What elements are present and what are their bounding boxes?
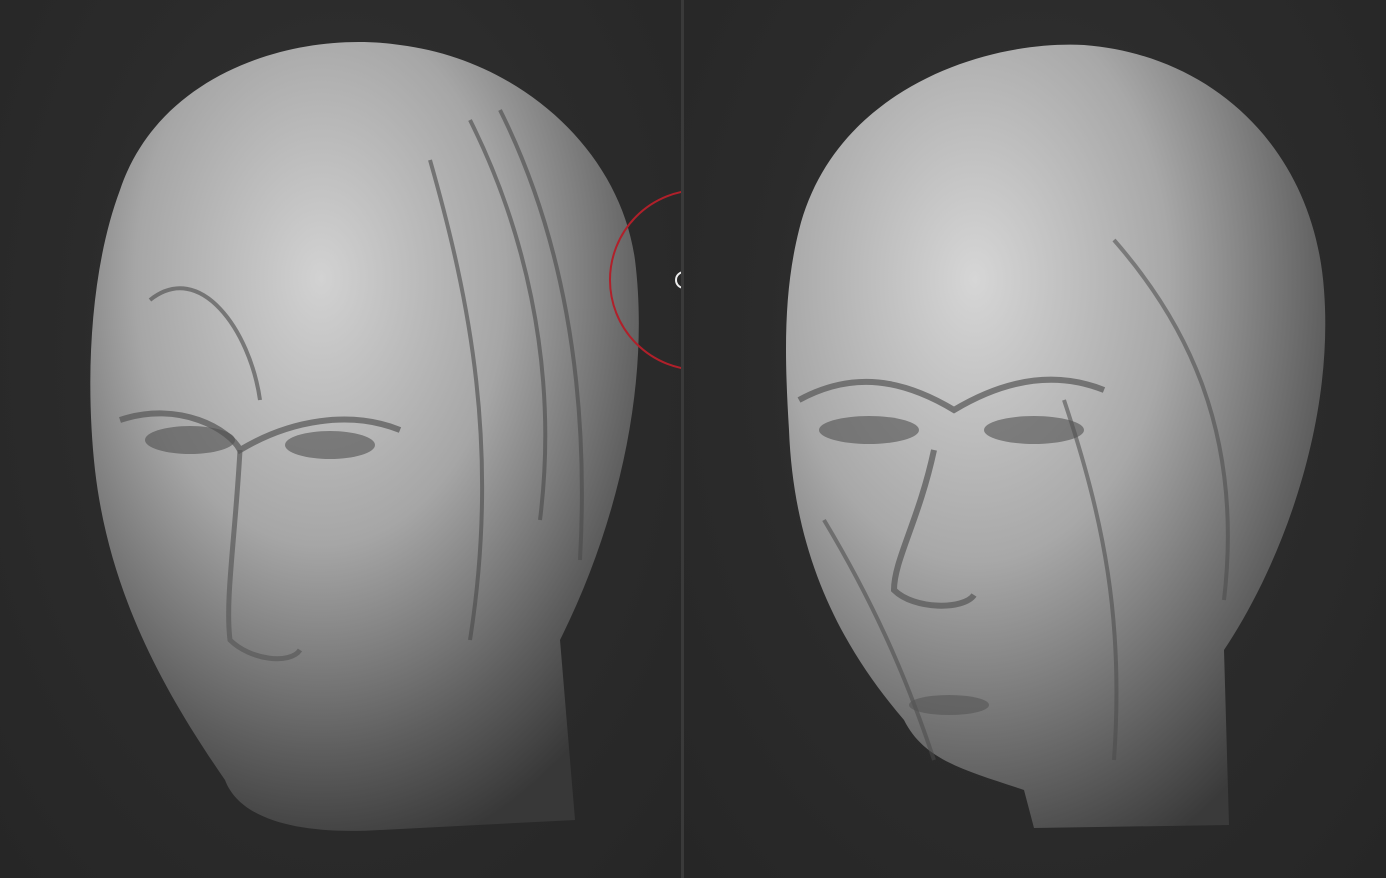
brush-cursor-icon — [609, 191, 681, 369]
sculpt-workspace — [0, 0, 1386, 878]
viewport-left[interactable] — [0, 0, 681, 878]
head-model-right — [786, 44, 1326, 829]
viewport-right[interactable] — [684, 0, 1386, 878]
